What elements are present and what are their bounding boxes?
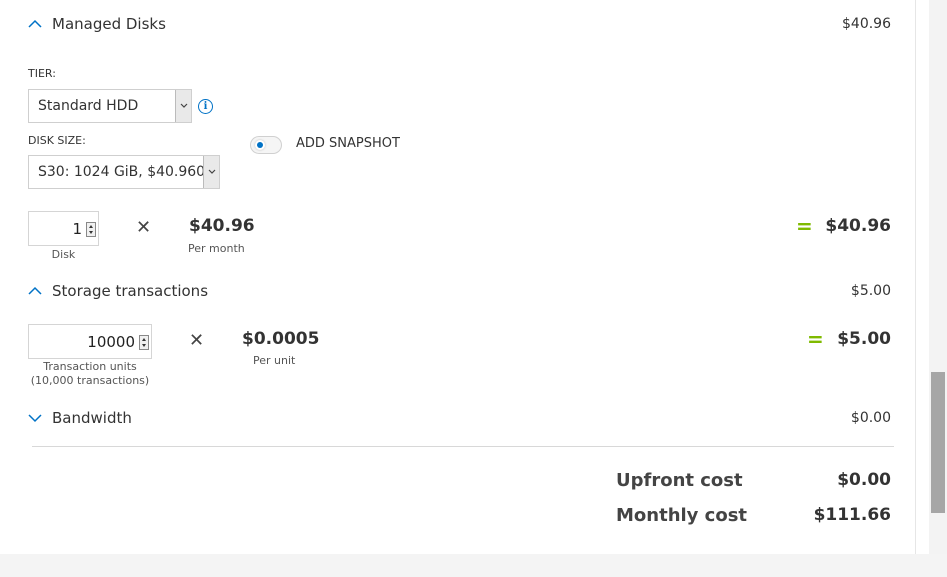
chevron-up-icon[interactable] <box>28 286 42 296</box>
upfront-cost-label: Upfront cost <box>616 470 743 491</box>
disk-quantity-unit: Disk <box>51 248 76 261</box>
equals-icon: = <box>807 327 824 351</box>
disk-size-select-value: S30: 1024 GiB, $40.960/ <box>38 164 210 180</box>
transactions-unit-price: $0.0005 <box>242 329 320 349</box>
tier-select[interactable]: Standard HDD <box>28 89 192 123</box>
transactions-quantity-unit: Transaction units <box>43 360 137 373</box>
add-snapshot-toggle[interactable] <box>250 136 282 154</box>
quantity-stepper[interactable] <box>139 335 149 350</box>
toggle-dot <box>257 142 263 148</box>
disk-quantity-value: 1 <box>72 220 82 238</box>
transactions-quantity-input[interactable]: 10000 <box>28 324 152 359</box>
equals-icon: = <box>796 214 813 238</box>
add-snapshot-label: ADD SNAPSHOT <box>296 136 400 151</box>
chevron-down-icon[interactable] <box>28 413 42 423</box>
transactions-line-total: $5.00 <box>837 329 891 349</box>
disk-unit-price: $40.96 <box>189 216 255 236</box>
disk-unit-price-period: Per month <box>188 242 245 255</box>
chevron-up-icon[interactable] <box>28 19 42 29</box>
monthly-cost-label: Monthly cost <box>616 505 748 526</box>
storage-transactions-title: Storage transactions <box>52 282 209 300</box>
bandwidth-amount: $0.00 <box>850 410 891 426</box>
transactions-quantity-value: 10000 <box>87 333 135 351</box>
monthly-cost-value: $111.66 <box>813 505 891 525</box>
disk-size-label: DISK SIZE: <box>28 134 86 147</box>
chevron-down-icon[interactable] <box>203 156 219 188</box>
disk-quantity-input[interactable]: 1 <box>28 211 99 246</box>
bandwidth-title: Bandwidth <box>52 409 132 427</box>
storage-transactions-amount: $5.00 <box>850 283 891 299</box>
disk-size-select[interactable]: S30: 1024 GiB, $40.960/ <box>28 155 220 189</box>
transactions-quantity-note: (10,000 transactions) <box>30 374 150 387</box>
quantity-stepper[interactable] <box>86 222 96 237</box>
managed-disks-amount: $40.96 <box>842 16 891 32</box>
tier-label: TIER: <box>28 67 56 80</box>
times-icon: ✕ <box>189 330 205 351</box>
transactions-unit-price-period: Per unit <box>253 354 296 367</box>
disk-line-total: $40.96 <box>825 216 891 236</box>
info-icon[interactable]: i <box>198 99 213 114</box>
managed-disks-title: Managed Disks <box>52 15 166 33</box>
upfront-cost-value: $0.00 <box>837 470 891 490</box>
divider <box>32 446 894 447</box>
chevron-down-icon[interactable] <box>175 90 191 122</box>
tier-select-value: Standard HDD <box>38 98 139 114</box>
scrollbar-thumb[interactable] <box>931 372 945 513</box>
estimate-panel: Managed Disks $40.96 TIER: Standard HDD … <box>4 0 916 554</box>
bottom-strip <box>0 554 947 577</box>
times-icon: ✕ <box>136 217 152 238</box>
